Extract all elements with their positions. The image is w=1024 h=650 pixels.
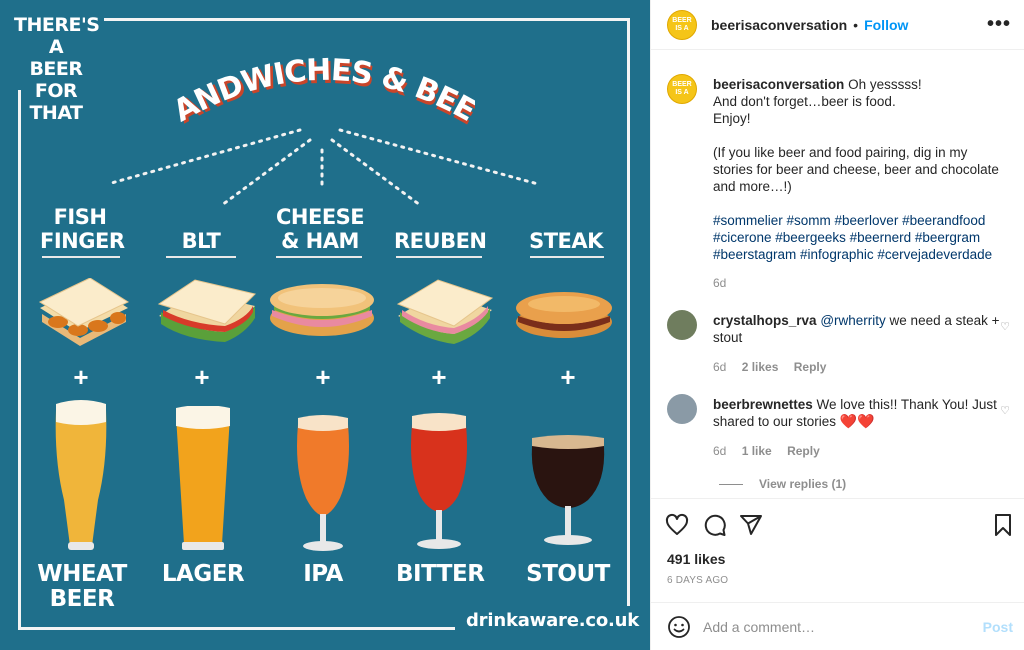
commenter-username[interactable]: beerbrewnettes xyxy=(713,397,813,412)
sandwich-label: REUBEN xyxy=(394,229,487,253)
caption-text: And don't forget…beer is food. xyxy=(713,94,896,109)
post-comment-button[interactable]: Post xyxy=(983,619,1013,635)
plus-sign: + xyxy=(560,362,576,392)
plus-sign: + xyxy=(194,362,210,392)
plus-sign: + xyxy=(431,362,447,392)
share-paper-plane-icon[interactable] xyxy=(739,513,763,537)
caption-text xyxy=(713,127,1005,144)
likes-count[interactable]: 491 likes xyxy=(667,551,725,567)
commenter-avatar[interactable] xyxy=(667,394,697,424)
save-bookmark-icon[interactable] xyxy=(991,513,1015,537)
comments-list[interactable]: BEER IS A beerisaconversation Oh yesssss!… xyxy=(651,62,1024,498)
view-replies-button[interactable]: View replies (1) xyxy=(719,477,846,491)
wheat-beer-glass-icon xyxy=(55,400,107,550)
plus-sign: + xyxy=(315,362,331,392)
separator-dot: • xyxy=(853,16,859,33)
caption-text: Enjoy! xyxy=(713,111,751,126)
more-options-icon[interactable]: ••• xyxy=(987,13,1011,36)
cheese-ham-sandwich-icon xyxy=(270,284,374,336)
comment-likes[interactable]: 2 likes xyxy=(742,360,779,374)
caption-hashtags[interactable]: #sommelier #somm #beerlover #beerandfood… xyxy=(713,212,1005,263)
caption-text xyxy=(713,195,1005,212)
author-username[interactable]: beerisaconversation xyxy=(711,17,847,33)
reuben-sandwich-icon xyxy=(396,279,494,344)
post-image[interactable]: THERE'S A BEER FOR THAT SANDWICHES & BEE… xyxy=(0,0,650,650)
post-timestamp[interactable]: 6 DAYS AGO xyxy=(667,575,728,586)
post-header: BEER IS A beerisaconversation • Follow ••… xyxy=(651,0,1024,50)
sandwich-label: CHEESE & HAM xyxy=(276,205,365,253)
emoji-smiley-icon[interactable] xyxy=(667,615,691,639)
caption-text: (If you like beer and food pairing, dig … xyxy=(713,145,999,194)
comment-time[interactable]: 6d xyxy=(713,444,726,458)
beer-label: BITTER xyxy=(396,561,485,587)
steak-sandwich-icon xyxy=(516,292,612,338)
caption-meta: 6d xyxy=(713,276,738,290)
commenter-avatar[interactable] xyxy=(667,310,697,340)
reply-button[interactable]: Reply xyxy=(794,360,827,374)
comment-likes[interactable]: 1 like xyxy=(742,444,772,458)
lager-glass-icon xyxy=(176,406,230,550)
author-avatar[interactable]: BEER IS A xyxy=(667,9,697,40)
stout-glass-icon xyxy=(531,435,605,545)
fish-finger-sandwich-icon xyxy=(38,278,130,346)
blt-sandwich-icon xyxy=(157,279,256,342)
author-avatar[interactable]: BEER IS A xyxy=(667,74,697,104)
sandwich-label: STEAK xyxy=(529,229,603,253)
post-side-panel: BEER IS A beerisaconversation • Follow ••… xyxy=(650,0,1024,650)
caption-time[interactable]: 6d xyxy=(713,276,726,290)
bitter-glass-icon xyxy=(411,413,467,549)
source-site-label: drinkaware.co.uk xyxy=(466,610,640,631)
comment-meta: 6d 2 likes Reply xyxy=(713,360,838,374)
sandwich-label: BLT xyxy=(181,229,221,253)
comment-meta: 6d 1 like Reply xyxy=(713,444,832,458)
comment-time[interactable]: 6d xyxy=(713,360,726,374)
like-comment-heart-icon[interactable]: ♡ xyxy=(1000,320,1010,333)
caption-text: Oh yesssss! xyxy=(848,77,922,92)
post-actions: 491 likes 6 DAYS AGO xyxy=(651,498,1024,602)
beer-label: IPA xyxy=(303,561,343,587)
reply-button[interactable]: Reply xyxy=(787,444,820,458)
beer-label: LAGER xyxy=(161,561,245,587)
commenter-username[interactable]: crystalhops_rva xyxy=(713,313,817,328)
add-comment-input[interactable] xyxy=(703,616,963,638)
sandwich-label: FISH FINGER xyxy=(40,205,125,253)
like-comment-heart-icon[interactable]: ♡ xyxy=(1000,404,1010,417)
beer-label: WHEAT BEER xyxy=(37,561,127,612)
comment-bubble-icon[interactable] xyxy=(703,513,727,537)
comment-mention[interactable]: @rwherrity xyxy=(820,313,885,328)
caption-username[interactable]: beerisaconversation xyxy=(713,77,844,92)
follow-button[interactable]: Follow xyxy=(864,17,908,33)
like-heart-icon[interactable] xyxy=(665,513,689,537)
ipa-glass-icon xyxy=(297,415,349,551)
red-hearts-emoji: ❤️❤️ xyxy=(839,413,875,429)
beer-label: STOUT xyxy=(526,561,610,587)
view-replies-label: View replies (1) xyxy=(759,477,847,491)
plus-sign: + xyxy=(73,362,89,392)
add-comment-bar: Post xyxy=(651,602,1024,650)
